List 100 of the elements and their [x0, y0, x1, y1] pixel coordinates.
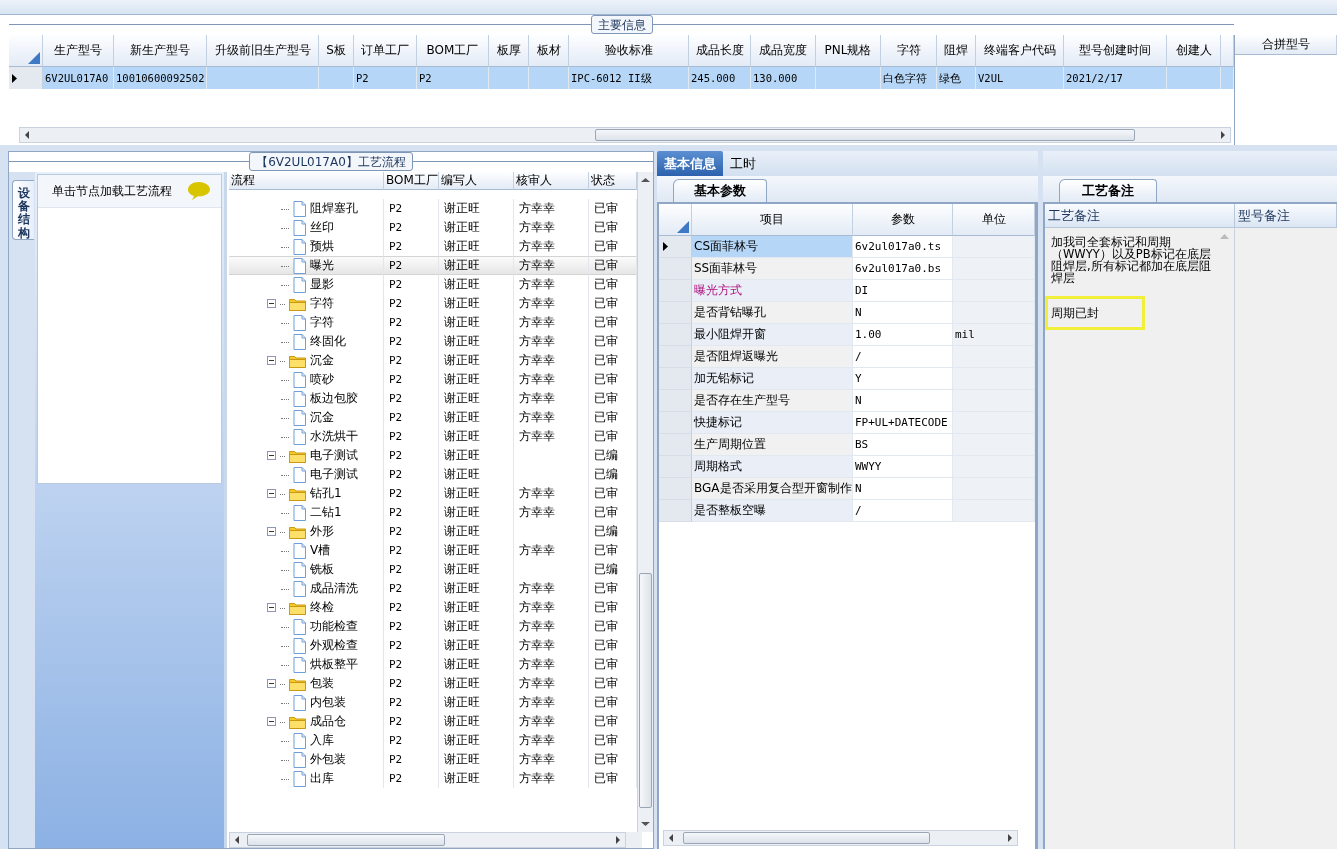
tree-node[interactable]: 板边包胶: [229, 389, 384, 408]
table-cell: 是否阻焊返曝光: [692, 346, 853, 368]
column-header[interactable]: BOM工厂: [384, 172, 439, 190]
document-icon: [293, 637, 306, 654]
tree-node[interactable]: 外观检查: [229, 636, 384, 655]
column-header[interactable]: 订单工厂: [354, 35, 417, 67]
scrollbar-thumb[interactable]: [595, 129, 1135, 141]
tab[interactable]: 工时: [723, 151, 763, 176]
row-selector[interactable]: [659, 236, 692, 258]
table-cell: 方幸幸: [514, 655, 589, 674]
tree-node[interactable]: 终固化: [229, 332, 384, 351]
tree-node[interactable]: 字符: [229, 313, 384, 332]
tree-node[interactable]: 电子测试: [229, 465, 384, 484]
column-header[interactable]: 型号创建时间: [1064, 35, 1167, 67]
column-header[interactable]: 字符: [881, 35, 937, 67]
column-header[interactable]: 终端客户代码: [976, 35, 1064, 67]
list-item[interactable]: 单击节点加载工艺流程: [38, 175, 221, 208]
column-header[interactable]: 参数: [853, 204, 953, 236]
tree-node[interactable]: 包装: [229, 674, 384, 693]
column-header[interactable]: 编写人: [439, 172, 514, 190]
column-header[interactable]: 升级前旧生产型号: [207, 35, 319, 67]
tree-node[interactable]: 水洗烘干: [229, 427, 384, 446]
tree-node[interactable]: 显影: [229, 275, 384, 294]
table-cell: P2: [384, 541, 439, 560]
collapse-icon[interactable]: [267, 527, 276, 536]
tree-node[interactable]: 成品仓: [229, 712, 384, 731]
tree-node[interactable]: 沉金: [229, 351, 384, 370]
tree-node[interactable]: 二钻1: [229, 503, 384, 522]
horizontal-scrollbar[interactable]: [663, 830, 1018, 846]
horizontal-scrollbar[interactable]: [19, 127, 1231, 143]
table-cell: 谢正旺: [439, 769, 514, 788]
table-cell: 方幸幸: [514, 636, 589, 655]
tree-node[interactable]: 入库: [229, 731, 384, 750]
tree-node[interactable]: 曝光: [229, 256, 384, 275]
column-header[interactable]: 验收标准: [569, 35, 689, 67]
tree-node[interactable]: 沉金: [229, 408, 384, 427]
document-icon: [293, 428, 306, 445]
column-header[interactable]: 成品长度: [689, 35, 751, 67]
vertical-scrollbar[interactable]: [637, 172, 653, 832]
tree-node[interactable]: 电子测试: [229, 446, 384, 465]
column-header[interactable]: 核审人: [514, 172, 589, 190]
column-header[interactable]: 成品宽度: [751, 35, 816, 67]
table-cell: N: [853, 478, 953, 500]
column-header[interactable]: 板厚: [489, 35, 529, 67]
column-header[interactable]: [1221, 35, 1234, 67]
tree-node[interactable]: 出库: [229, 769, 384, 788]
column-header[interactable]: 状态: [589, 172, 637, 190]
folder-icon: [289, 714, 306, 729]
column-header[interactable]: 项目: [692, 204, 853, 236]
column-header[interactable]: 合拼型号: [1235, 35, 1337, 55]
collapse-icon[interactable]: [267, 451, 276, 460]
horizontal-scrollbar[interactable]: [229, 832, 626, 848]
tree-node[interactable]: 铣板: [229, 560, 384, 579]
scrollbar-corner: [626, 832, 642, 848]
tree-node[interactable]: 喷砂: [229, 370, 384, 389]
scrollbar-thumb[interactable]: [639, 573, 652, 808]
column-header[interactable]: 单位: [953, 204, 1035, 236]
table-cell: 6v2ul017a0.bs: [853, 258, 953, 280]
table-cell: 2021/2/17: [1064, 67, 1167, 89]
collapse-icon[interactable]: [267, 299, 276, 308]
collapse-icon[interactable]: [267, 489, 276, 498]
section-tab[interactable]: 工艺备注: [1059, 179, 1157, 202]
side-tab[interactable]: 设备结构: [12, 180, 34, 240]
tree-node[interactable]: 成品清洗: [229, 579, 384, 598]
tree-node[interactable]: 钻孔1: [229, 484, 384, 503]
collapse-icon[interactable]: [267, 679, 276, 688]
tree-node[interactable]: 外形: [229, 522, 384, 541]
table-cell: P2: [384, 427, 439, 446]
tree-node[interactable]: 外包装: [229, 750, 384, 769]
tree-node[interactable]: 字符: [229, 294, 384, 313]
column-header[interactable]: PNL规格: [816, 35, 881, 67]
tree-node[interactable]: 烘板整平: [229, 655, 384, 674]
tree-node[interactable]: 阻焊塞孔: [229, 199, 384, 218]
tree-node[interactable]: V槽: [229, 541, 384, 560]
tree-node[interactable]: 终检: [229, 598, 384, 617]
column-header[interactable]: BOM工厂: [417, 35, 489, 67]
tab[interactable]: 基本信息: [657, 151, 723, 176]
column-header[interactable]: S板: [319, 35, 354, 67]
scrollbar-thumb[interactable]: [683, 832, 930, 844]
tree-node[interactable]: 内包装: [229, 693, 384, 712]
row-selector[interactable]: [9, 67, 43, 89]
table-cell: 方幸幸: [514, 332, 589, 351]
collapse-icon[interactable]: [267, 603, 276, 612]
table-cell: 谢正旺: [439, 712, 514, 731]
scrollbar-thumb[interactable]: [247, 834, 445, 846]
note-area[interactable]: 加我司全套标记和周期（WWYY）以及PB标记在底层阻焊层,所有标记都加在底层阻焊层 周期已封: [1045, 228, 1235, 849]
column-header[interactable]: 生产型号: [43, 35, 114, 67]
collapse-icon[interactable]: [267, 356, 276, 365]
column-header[interactable]: 创建人: [1167, 35, 1221, 67]
column-header[interactable]: 工艺备注: [1045, 204, 1235, 228]
column-header[interactable]: 阻焊: [937, 35, 976, 67]
tree-node[interactable]: 功能检查: [229, 617, 384, 636]
tree-node[interactable]: 丝印: [229, 218, 384, 237]
section-tab[interactable]: 基本参数: [673, 179, 767, 202]
column-header[interactable]: 流程: [229, 172, 384, 190]
column-header[interactable]: 型号备注: [1235, 204, 1337, 228]
table-cell: 谢正旺: [439, 541, 514, 560]
column-header[interactable]: 板材: [529, 35, 569, 67]
collapse-icon[interactable]: [267, 717, 276, 726]
column-header[interactable]: 新生产型号: [114, 35, 207, 67]
